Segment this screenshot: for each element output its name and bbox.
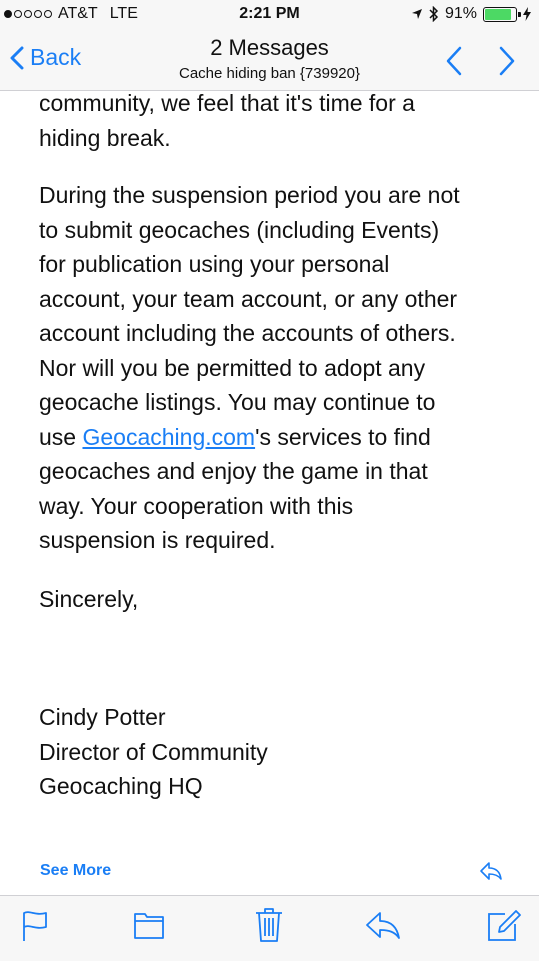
signature-name: Cindy Potter: [39, 704, 166, 730]
reply-icon[interactable]: [479, 861, 503, 881]
status-right: 91%: [411, 5, 531, 23]
battery-icon: [483, 6, 521, 22]
battery-level-fill: [485, 8, 511, 20]
body-line: hiding break.: [39, 124, 171, 151]
body-line: for publication using your personal: [39, 251, 390, 277]
link-suffix: 's services to find: [255, 423, 431, 450]
body-line: geocache listings. You may continue to: [39, 389, 436, 415]
body-line: way. Your cooperation with this: [39, 492, 354, 519]
signature-block: Cindy Potter Director of Community Geoca…: [39, 700, 509, 804]
bottom-toolbar: [0, 895, 539, 961]
link-prefix: use: [39, 423, 83, 450]
see-more-link[interactable]: See More: [40, 862, 111, 880]
message-body[interactable]: community, we feel that it's time for a …: [0, 91, 539, 895]
body-line: suspension is required.: [39, 527, 276, 553]
status-bar: AT&T LTE 2:21 PM 91%: [0, 0, 539, 30]
intro-paragraph: community, we feel that it's time for a …: [39, 91, 509, 155]
charging-bolt-icon: [523, 7, 531, 21]
next-message-button[interactable]: [498, 46, 516, 76]
nav-bar: Back 2 Messages Cache hiding ban {739920…: [0, 30, 539, 91]
signature-title: Director of Community: [39, 738, 268, 765]
reply-icon[interactable]: [364, 910, 402, 940]
battery-percent: 91%: [444, 5, 477, 22]
body-line: community, we feel that it's time for a: [39, 91, 415, 116]
flag-icon[interactable]: [22, 910, 48, 942]
trash-icon[interactable]: [254, 907, 284, 943]
body-line: geocaches and enjoy the game in that: [39, 458, 428, 484]
closing-line: Sincerely,: [39, 586, 139, 612]
bluetooth-icon: [429, 6, 439, 22]
body-line: During the suspension period you are not: [39, 182, 460, 208]
body-line: Nor will you be permitted to adopt any: [39, 354, 426, 381]
body-line: to submit geocaches (including Events): [39, 216, 440, 243]
body-line: account, your team account, or any other: [39, 285, 458, 312]
previous-message-button[interactable]: [445, 46, 463, 76]
body-line: account including the accounts of others…: [39, 320, 456, 346]
body-line-with-link: use Geocaching.com's services to find: [39, 420, 509, 455]
location-arrow-icon: [411, 9, 422, 19]
compose-icon[interactable]: [487, 910, 521, 942]
folder-icon[interactable]: [133, 910, 165, 940]
suspension-paragraph: During the suspension period you are not…: [39, 178, 509, 558]
geocaching-link[interactable]: Geocaching.com: [82, 424, 255, 450]
signature-org: Geocaching HQ: [39, 773, 203, 799]
